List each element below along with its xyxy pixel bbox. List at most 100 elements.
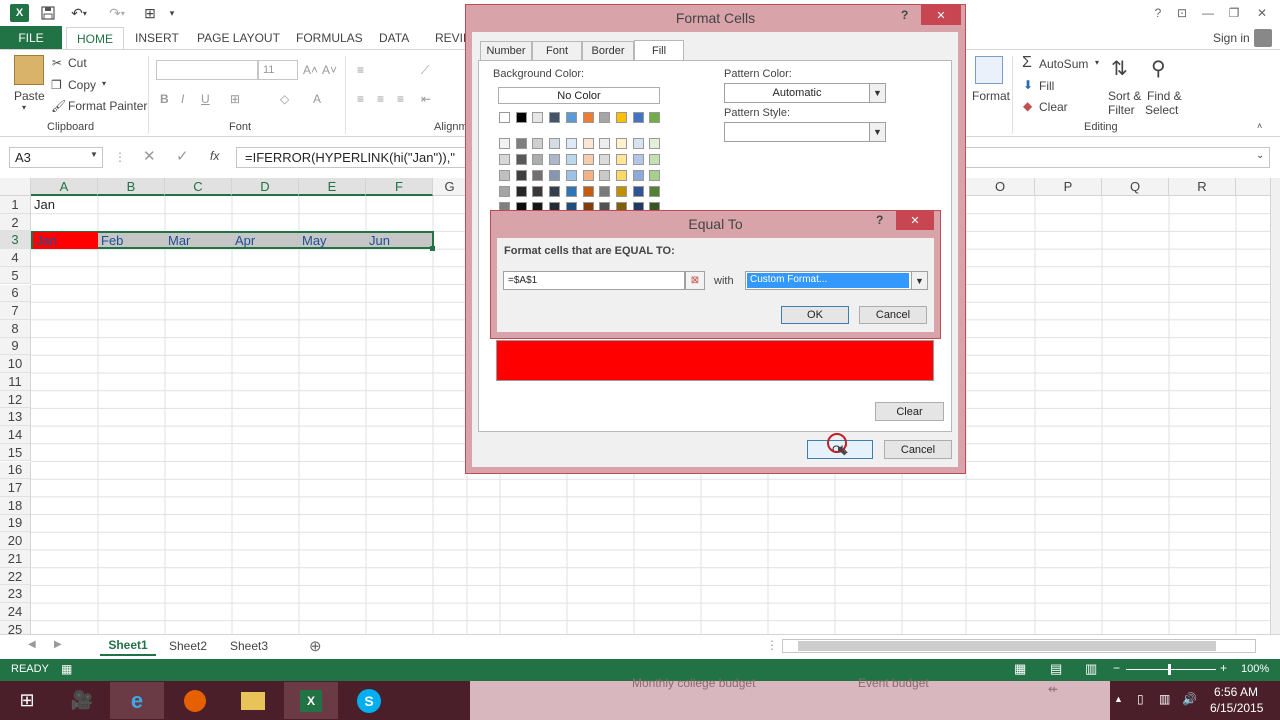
color-swatch[interactable]: [515, 186, 527, 197]
row-header[interactable]: 17: [0, 479, 31, 497]
show-hidden-icons-icon[interactable]: ▲: [1114, 694, 1123, 704]
color-swatch[interactable]: [549, 154, 561, 165]
pattern-color-select[interactable]: Automatic ▼: [724, 83, 886, 103]
save-icon[interactable]: [38, 3, 58, 23]
italic-icon[interactable]: I: [181, 92, 184, 106]
column-header[interactable]: R: [1169, 178, 1236, 196]
custom-format-select[interactable]: Custom Format... ▼: [745, 271, 928, 290]
clear-button[interactable]: Clear: [875, 402, 944, 421]
cell-a1[interactable]: Jan: [31, 196, 98, 213]
ribbon-display-icon[interactable]: ⊡: [1169, 2, 1195, 24]
color-swatch[interactable]: [615, 170, 627, 181]
select-all-corner[interactable]: [0, 178, 31, 196]
autosum-chevron-icon[interactable]: ▾: [1095, 58, 1099, 67]
row-header[interactable]: 15: [0, 443, 31, 462]
sheet-tab-sheet2[interactable]: Sheet2: [160, 636, 216, 656]
tab-insert[interactable]: INSERT: [135, 27, 179, 49]
sort-filter-icon[interactable]: ⇅: [1111, 56, 1128, 81]
color-swatch[interactable]: [582, 138, 594, 149]
color-swatch[interactable]: [632, 186, 644, 197]
cell-a3[interactable]: Jan: [33, 232, 98, 249]
row-header[interactable]: 10: [0, 355, 31, 373]
color-swatch[interactable]: [499, 170, 510, 181]
row-header[interactable]: 23: [0, 585, 31, 604]
file-explorer-icon[interactable]: [226, 682, 280, 719]
color-swatch[interactable]: [615, 154, 627, 165]
sign-in-link[interactable]: Sign in: [1213, 27, 1250, 49]
clipboard-paste-icon[interactable]: [14, 55, 44, 85]
new-sheet-icon[interactable]: ⊕: [309, 637, 322, 655]
color-swatch[interactable]: [532, 112, 544, 123]
fill-color-icon[interactable]: ◇: [280, 92, 289, 106]
color-swatch[interactable]: [549, 138, 561, 149]
find-select-button[interactable]: Find &: [1147, 89, 1182, 103]
color-swatch[interactable]: [532, 154, 544, 165]
color-swatch[interactable]: [515, 154, 527, 165]
tab-file[interactable]: FILE: [0, 26, 62, 50]
scroll-sheets-left-icon[interactable]: ◀: [28, 639, 36, 650]
color-swatch[interactable]: [649, 138, 661, 149]
sheet-tab-sheet3[interactable]: Sheet3: [221, 636, 277, 656]
row-header[interactable]: 5: [0, 266, 31, 285]
row-header[interactable]: 1: [0, 196, 31, 214]
camera-app-icon[interactable]: 🎥: [55, 682, 109, 719]
tab-home[interactable]: HOME: [66, 27, 124, 49]
close-dialog-icon[interactable]: ✕: [921, 5, 961, 25]
tab-border[interactable]: Border: [582, 41, 634, 60]
find-select-button-line2[interactable]: Select: [1145, 103, 1178, 117]
power-icon[interactable]: ▯: [1137, 692, 1144, 706]
find-binoculars-icon[interactable]: ⚲: [1151, 56, 1166, 81]
sort-filter-button-line2[interactable]: Filter: [1108, 103, 1135, 117]
underline-icon[interactable]: U: [201, 92, 210, 106]
chevron-down-icon[interactable]: ▼: [869, 123, 885, 141]
cell-b3[interactable]: Feb: [98, 232, 165, 249]
column-header[interactable]: Q: [1102, 178, 1169, 196]
undo-icon[interactable]: ↶ ▾: [66, 3, 92, 23]
color-swatch[interactable]: [565, 154, 577, 165]
clear-button[interactable]: Clear: [1039, 100, 1068, 114]
color-swatch[interactable]: [632, 138, 644, 149]
excel-taskbar-icon[interactable]: X: [284, 682, 338, 719]
row-header[interactable]: 19: [0, 514, 31, 533]
column-header[interactable]: P: [1035, 178, 1102, 196]
fill-handle[interactable]: [430, 246, 435, 251]
equal-to-value-input[interactable]: =$A$1: [503, 271, 685, 290]
insert-function-icon[interactable]: fx: [210, 149, 219, 163]
row-header[interactable]: 21: [0, 550, 31, 568]
sort-filter-button[interactable]: Sort &: [1108, 89, 1141, 103]
copy-button[interactable]: Copy: [68, 78, 96, 92]
copy-chevron-icon[interactable]: ▾: [102, 79, 106, 88]
row-header[interactable]: 4: [0, 249, 31, 267]
color-swatch[interactable]: [549, 112, 561, 123]
column-header[interactable]: D: [232, 178, 299, 196]
cancel-entry-icon[interactable]: ✕: [143, 147, 156, 165]
collapse-ribbon-icon[interactable]: ˄: [1257, 121, 1262, 131]
color-swatch[interactable]: [499, 112, 510, 123]
color-swatch[interactable]: [649, 170, 661, 181]
decrease-indent-icon[interactable]: ⇤: [421, 92, 431, 106]
column-header[interactable]: B: [98, 178, 165, 196]
color-swatch[interactable]: [615, 112, 627, 123]
color-swatch[interactable]: [565, 138, 577, 149]
cut-button[interactable]: Cut: [68, 56, 87, 70]
color-swatch[interactable]: [582, 112, 594, 123]
color-swatch[interactable]: [649, 112, 661, 123]
color-swatch[interactable]: [499, 186, 510, 197]
equal-to-cancel-button[interactable]: Cancel: [859, 306, 927, 324]
name-box-chevron-icon[interactable]: ▼: [90, 150, 98, 159]
grow-font-icon[interactable]: A˄: [303, 63, 318, 77]
color-swatch[interactable]: [565, 170, 577, 181]
color-swatch[interactable]: [632, 170, 644, 181]
column-header[interactable]: C: [165, 178, 232, 196]
scroll-sheets-right-icon[interactable]: ▶: [54, 639, 62, 650]
color-swatch[interactable]: [599, 112, 611, 123]
row-header[interactable]: 14: [0, 426, 31, 444]
windows-start-icon[interactable]: ⊞: [0, 682, 54, 719]
format-icon[interactable]: [975, 56, 1003, 84]
zoom-level[interactable]: 100%: [1241, 663, 1269, 675]
align-right-icon[interactable]: ≡: [397, 92, 404, 106]
color-swatch[interactable]: [499, 138, 510, 149]
zoom-in-icon[interactable]: +: [1220, 661, 1227, 675]
fill-button[interactable]: Fill: [1039, 79, 1054, 93]
orientation-icon[interactable]: ⟋: [421, 63, 429, 78]
